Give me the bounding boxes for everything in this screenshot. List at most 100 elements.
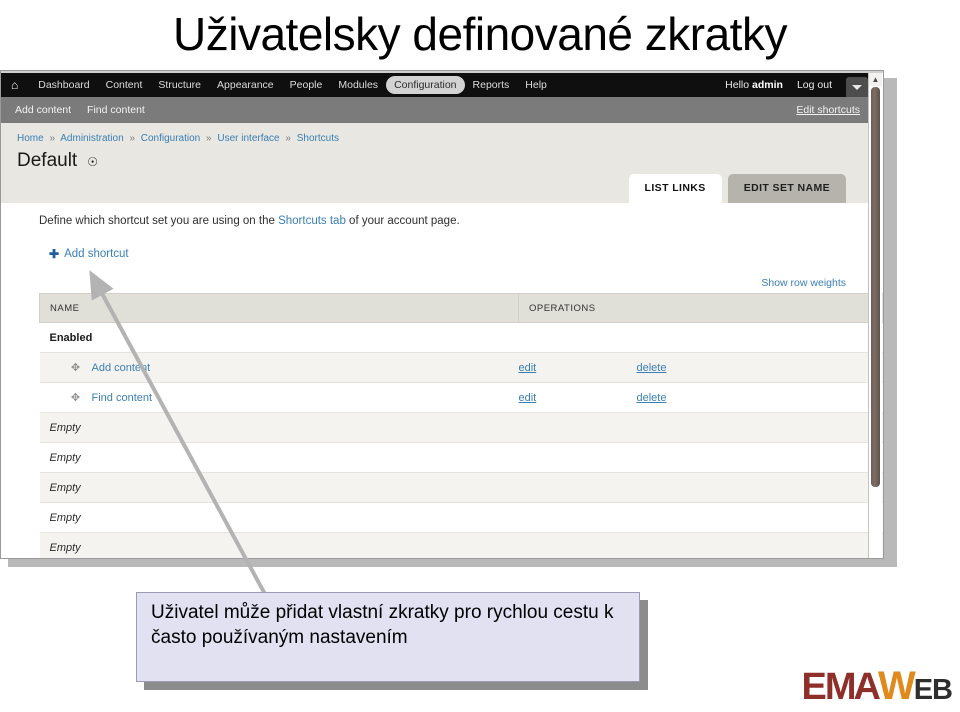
breadcrumb-separator: » (129, 133, 135, 144)
edit-link[interactable]: edit (519, 392, 637, 404)
row-name-cell: Empty (39, 502, 519, 533)
scrollbar-thumb[interactable] (871, 87, 880, 487)
shortcuts-tab-link[interactable]: Shortcuts tab (278, 215, 346, 227)
table-row[interactable]: ✥ Find content edit delete (39, 382, 883, 413)
page-title: Uživatelsky definované zkratky (173, 8, 787, 60)
chevron-down-icon (852, 84, 862, 90)
shortcut-link-find-content[interactable]: Find content (92, 392, 153, 404)
username-label: admin (752, 79, 783, 91)
column-header-operations: OPERATIONS (518, 293, 883, 323)
vertical-scrollbar[interactable]: ▲ (868, 73, 882, 558)
page-tabs: LIST LINKS EDIT SET NAME (628, 174, 846, 203)
toolbar-item-dashboard[interactable]: Dashboard (30, 76, 97, 94)
logo-part-w: W (877, 664, 916, 708)
group-label-cell: Enabled (39, 322, 519, 353)
row-name-cell: ✥ Find content (39, 382, 519, 413)
toolbar-account-area: Hello admin Log out (715, 73, 870, 97)
add-shortcut-link[interactable]: ✚ Add shortcut (49, 247, 129, 261)
callout-box: Uživatel může přidat vlastní zkratky pro… (136, 592, 648, 690)
breadcrumb-separator: » (285, 133, 291, 144)
shortcuts-table: NAME OPERATIONS Enabled ✥ Add content ed… (39, 293, 883, 558)
description-before: Define which shortcut set you are using … (39, 215, 279, 227)
row-name-cell: Empty (39, 442, 519, 473)
toolbar-item-configuration[interactable]: Configuration (386, 76, 465, 94)
emaweb-logo: E MA W EB (801, 664, 953, 708)
toolbar-item-appearance[interactable]: Appearance (209, 76, 282, 94)
toolbar-item-people[interactable]: People (282, 76, 331, 94)
row-operations-cell (518, 442, 883, 473)
tab-edit-set-name[interactable]: EDIT SET NAME (727, 174, 846, 203)
toolbar-item-help[interactable]: Help (517, 76, 555, 94)
shortcut-set-title: Default ☉ (17, 150, 98, 172)
greeting-prefix: Hello (725, 79, 753, 91)
description-after: of your account page. (345, 215, 460, 227)
row-operations-cell (518, 532, 883, 558)
breadcrumb-item-configuration[interactable]: Configuration (141, 133, 200, 144)
page-header: Home » Administration » Configuration » … (1, 123, 870, 203)
move-icon[interactable]: ✥ (68, 361, 84, 374)
toolbar-item-content[interactable]: Content (98, 76, 151, 94)
home-icon[interactable]: ⌂ (11, 79, 18, 91)
browser-window-screenshot: ⌂ Dashboard Content Structure Appearance… (0, 70, 897, 567)
empty-slot-label: Empty (49, 481, 81, 494)
chevron-up-icon[interactable]: ▲ (869, 73, 882, 86)
toolbar-item-reports[interactable]: Reports (465, 76, 518, 94)
breadcrumb-item-home[interactable]: Home (17, 133, 44, 144)
drawer-link-find-content[interactable]: Find content (87, 104, 145, 116)
edit-link[interactable]: edit (519, 362, 637, 374)
callout-text: Uživatel může přidat vlastní zkratky pro… (151, 602, 614, 648)
table-body: Enabled ✥ Add content edit delete ✥ Find… (39, 322, 883, 558)
row-name-cell: ✥ Add content (39, 352, 519, 383)
toolbar-item-modules[interactable]: Modules (330, 76, 386, 94)
gear-icon[interactable]: ☉ (87, 156, 98, 168)
delete-link[interactable]: delete (637, 362, 667, 374)
row-name-cell: Empty (39, 412, 519, 443)
logo-part-ma: MA (824, 666, 881, 708)
row-operations-cell: edit delete (518, 352, 883, 383)
table-row[interactable]: Empty (39, 472, 883, 503)
tab-list-links[interactable]: LIST LINKS (628, 174, 722, 203)
empty-slot-label: Empty (49, 511, 81, 524)
shortcut-link-add-content[interactable]: Add content (92, 362, 151, 374)
table-row[interactable]: Empty (39, 412, 883, 443)
breadcrumb-separator: » (49, 133, 56, 144)
table-header-row: NAME OPERATIONS (39, 293, 883, 323)
delete-link[interactable]: delete (637, 392, 667, 404)
logo-part-eb: EB (913, 674, 953, 706)
edit-shortcuts-link[interactable]: Edit shortcuts (796, 104, 860, 116)
table-row[interactable]: Empty (39, 442, 883, 473)
table-group-row-enabled: Enabled (39, 322, 883, 353)
shortcuts-drawer: Add content Find content Edit shortcuts (1, 97, 870, 123)
description-text: Define which shortcut set you are using … (39, 215, 460, 227)
table-row[interactable]: Empty (39, 502, 883, 533)
breadcrumb-item-user-interface[interactable]: User interface (217, 133, 279, 144)
toolbar-drawer-toggle-button[interactable] (846, 77, 868, 97)
column-header-name: NAME (39, 293, 519, 323)
table-row[interactable]: ✥ Add content edit delete (39, 352, 883, 383)
breadcrumb: Home » Administration » Configuration » … (17, 133, 339, 144)
move-icon[interactable]: ✥ (68, 391, 84, 404)
table-head: NAME OPERATIONS (39, 293, 883, 323)
greeting-label: Hello admin (715, 79, 793, 91)
row-name-cell: Empty (39, 532, 519, 558)
breadcrumb-separator: » (206, 133, 212, 144)
toolbar-item-structure[interactable]: Structure (150, 76, 209, 94)
breadcrumb-item-shortcuts[interactable]: Shortcuts (297, 133, 339, 144)
admin-toolbar: ⌂ Dashboard Content Structure Appearance… (1, 73, 870, 97)
shortcut-set-title-label: Default (17, 150, 78, 171)
row-operations-cell (518, 502, 883, 533)
row-operations-cell: edit delete (518, 382, 883, 413)
show-row-weights-link[interactable]: Show row weights (761, 277, 846, 289)
breadcrumb-item-administration[interactable]: Administration (60, 133, 123, 144)
table-row[interactable]: Empty (39, 532, 883, 558)
row-operations-cell (518, 412, 883, 443)
row-name-cell: Empty (39, 472, 519, 503)
logout-link[interactable]: Log out (793, 79, 840, 91)
empty-slot-label: Empty (49, 421, 81, 434)
page-body: Define which shortcut set you are using … (1, 203, 883, 558)
empty-slot-label: Empty (49, 451, 81, 464)
group-empty-cell (518, 322, 883, 353)
add-shortcut-label: Add shortcut (64, 248, 129, 260)
plus-icon: ✚ (49, 247, 60, 261)
drawer-link-add-content[interactable]: Add content (15, 104, 71, 116)
